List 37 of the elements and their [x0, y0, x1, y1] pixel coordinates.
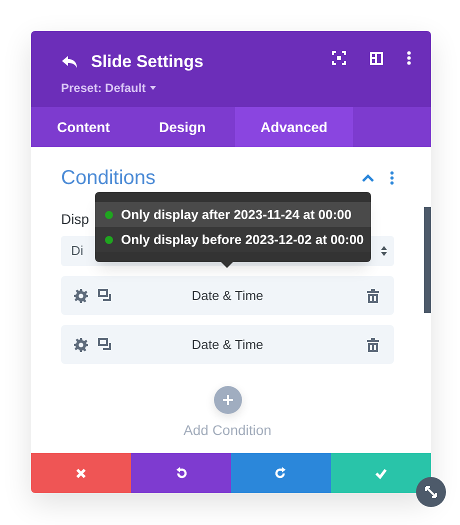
- plus-icon: [222, 395, 232, 405]
- close-icon: [75, 467, 87, 479]
- more-options-icon[interactable]: [407, 51, 411, 65]
- preset-dropdown[interactable]: Preset: Default: [61, 78, 156, 96]
- collapse-chevron-icon[interactable]: [362, 174, 374, 182]
- sidebar-layout-icon[interactable]: [370, 52, 383, 64]
- gear-icon[interactable]: [74, 338, 88, 352]
- redo-icon: [275, 467, 287, 479]
- condition-summary: Only display after 2023-11-24 at 00:00: [121, 206, 352, 224]
- resize-arrows-icon: [424, 485, 438, 499]
- duplicate-icon[interactable]: [98, 338, 112, 351]
- resize-handle[interactable]: [416, 477, 446, 507]
- section-title: Conditions: [61, 166, 156, 191]
- focus-icon[interactable]: [332, 51, 346, 65]
- condition-row[interactable]: Date & Time: [61, 276, 394, 315]
- checkmark-icon: [375, 467, 387, 479]
- duplicate-icon[interactable]: [98, 289, 112, 302]
- panel-title: Slide Settings: [91, 51, 204, 73]
- more-options-icon[interactable]: [390, 171, 394, 185]
- save-button[interactable]: [331, 453, 431, 493]
- gear-icon[interactable]: [74, 288, 88, 302]
- select-value: Di: [71, 242, 84, 260]
- field-label: Disp: [61, 210, 90, 229]
- tab[interactable]: Design: [133, 107, 235, 147]
- sort-arrows-icon: [380, 245, 388, 257]
- condition-row[interactable]: Date & Time: [61, 325, 394, 364]
- trash-icon[interactable]: [367, 338, 379, 352]
- condition-label: Date & Time: [190, 286, 264, 305]
- tab[interactable]: Content: [31, 107, 133, 147]
- tab[interactable]: Advanced: [235, 107, 353, 147]
- undo-icon: [175, 467, 187, 479]
- caret-icon: [150, 86, 156, 90]
- back-arrow-icon[interactable]: [61, 54, 79, 69]
- scrollbar-thumb[interactable]: [424, 207, 431, 313]
- trash-icon[interactable]: [367, 288, 379, 302]
- condition-summary: Only display before 2023-12-02 at 00:00: [121, 230, 364, 249]
- condition-label: Date & Time: [190, 336, 264, 354]
